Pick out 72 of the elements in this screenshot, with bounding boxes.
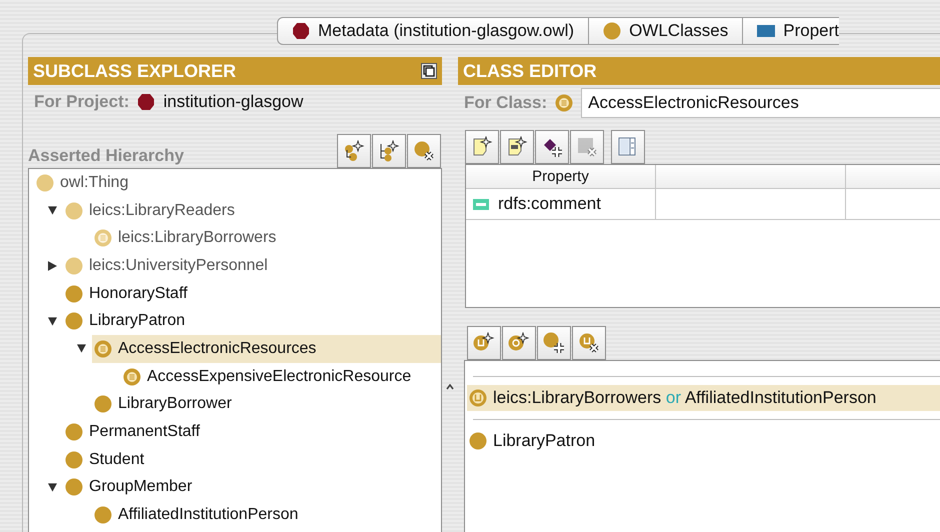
tree-item[interactable]: LibraryBorrower xyxy=(92,390,441,418)
tree-item[interactable]: leics:LibraryReaders xyxy=(63,196,441,224)
class-icon xyxy=(36,174,54,192)
defined-class-icon xyxy=(555,94,574,112)
add-subclass-button[interactable] xyxy=(337,134,371,168)
tab[interactable]: OWLClasses xyxy=(589,17,744,45)
class-icon xyxy=(94,395,112,414)
tree-item[interactable]: leics:LibraryBorrowers xyxy=(92,224,441,252)
tree-item[interactable]: GroupMember xyxy=(63,474,441,502)
section-label: Asserted Hierarchy xyxy=(28,144,184,166)
tree-item[interactable]: leics:UniversityPersonnel xyxy=(63,252,441,280)
condition-item[interactable]: leics:LibraryBorrowers or AffiliatedInstitutionPerson xyxy=(467,385,940,411)
create-union-button[interactable] xyxy=(467,326,501,360)
tree-item[interactable]: HonoraryStaff xyxy=(63,280,441,308)
project-name: institution-glasgow xyxy=(163,90,304,113)
add-sibling-button[interactable] xyxy=(372,134,406,168)
create-note-icon xyxy=(471,136,493,158)
add-property-button[interactable] xyxy=(535,130,569,164)
tree-item[interactable]: owl:Thing xyxy=(34,169,441,197)
create-note-button[interactable] xyxy=(465,130,499,164)
delete-class-button[interactable] xyxy=(407,134,441,168)
defined-class-icon xyxy=(123,368,141,386)
add-class-icon xyxy=(543,332,565,354)
panel-title: CLASS EDITOR xyxy=(463,60,597,82)
class-icon xyxy=(603,22,622,40)
property-name: rdfs:comment xyxy=(498,193,601,216)
defined-class-icon xyxy=(94,340,112,358)
create-restriction-button[interactable] xyxy=(502,326,536,360)
remove-class-button[interactable] xyxy=(572,326,606,360)
window-restore-icon[interactable] xyxy=(421,63,437,79)
collapse-arrow-icon xyxy=(48,482,57,493)
project-icon xyxy=(137,92,156,110)
collapse-arrow-icon xyxy=(48,205,57,216)
tab[interactable]: Propert xyxy=(743,17,840,45)
panel-title: SUBCLASS EXPLORER xyxy=(33,60,236,82)
property-icon xyxy=(757,22,776,40)
class-icon xyxy=(65,312,83,330)
class-icon xyxy=(469,432,487,450)
defined-class-icon xyxy=(94,229,112,248)
tree-item[interactable]: PermanentStaff xyxy=(63,418,441,446)
field-label: For Project: xyxy=(34,90,130,113)
collapse-arrow-icon xyxy=(77,343,86,354)
add-subclass-icon xyxy=(343,140,365,162)
add-class-button[interactable] xyxy=(537,326,571,360)
project-icon xyxy=(292,22,310,40)
column-header: Property xyxy=(466,165,656,188)
create-note-icon xyxy=(506,136,528,158)
field-label: For Class: xyxy=(464,92,548,114)
union-class-icon xyxy=(469,389,487,407)
tree-item[interactable]: AccessExpensiveElectronicResource xyxy=(121,362,441,390)
class-icon xyxy=(65,478,83,496)
tree-item[interactable]: AffiliatedInstitutionPerson xyxy=(92,501,441,529)
class-icon xyxy=(65,256,83,275)
remove-property-icon xyxy=(576,136,598,158)
class-icon xyxy=(65,423,83,442)
remove-class-icon xyxy=(578,332,600,354)
delete-class-icon xyxy=(413,140,435,162)
class-icon xyxy=(65,202,83,220)
expand-arrow-icon xyxy=(48,260,57,272)
columns-button[interactable] xyxy=(611,130,645,164)
class-icon xyxy=(94,506,112,524)
class-icon xyxy=(65,284,83,303)
tree-item[interactable]: Student xyxy=(63,446,441,474)
tree-item[interactable]: AccessElectronicResources xyxy=(92,335,441,363)
tree-item[interactable]: LibraryPatron xyxy=(63,307,441,336)
class-name-field[interactable]: AccessElectronicResources xyxy=(581,88,940,118)
collapse-arrow-icon xyxy=(48,316,57,327)
create-note-button[interactable] xyxy=(500,130,534,164)
tab[interactable]: Metadata (institution-glasgow.owl) xyxy=(277,17,590,45)
condition-item[interactable]: LibraryPatron xyxy=(467,428,940,454)
add-sibling-icon xyxy=(378,140,400,162)
class-icon xyxy=(65,450,83,469)
